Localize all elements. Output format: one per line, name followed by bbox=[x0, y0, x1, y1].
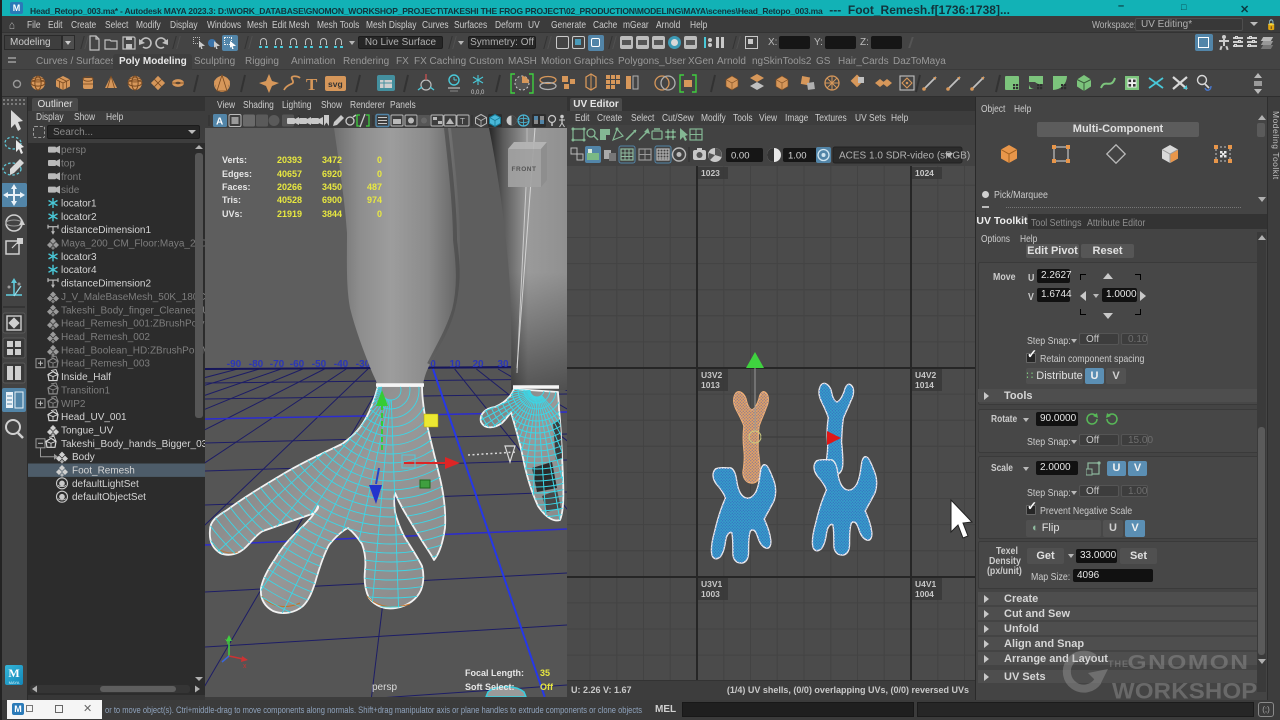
svg-text:Takeshi_Body_hands_Bigger_03: Takeshi_Body_hands_Bigger_03 bbox=[61, 439, 205, 450]
svg-text:-70: -70 bbox=[270, 359, 285, 370]
svg-text:Head_Remesh_003: Head_Remesh_003 bbox=[61, 359, 150, 370]
svg-text:-80: -80 bbox=[249, 359, 264, 370]
svg-text:locator2: locator2 bbox=[61, 212, 97, 223]
svg-text:1004: 1004 bbox=[915, 589, 934, 599]
svg-text:-60: -60 bbox=[290, 359, 305, 370]
svg-text:THE: THE bbox=[1108, 659, 1129, 669]
svg-text:locator1: locator1 bbox=[61, 199, 97, 210]
svg-text:side: side bbox=[61, 185, 80, 196]
svg-text:defaultObjectSet: defaultObjectSet bbox=[72, 492, 146, 503]
svg-text:0.00: 0.00 bbox=[731, 151, 750, 162]
svg-text:top: top bbox=[61, 158, 75, 169]
svg-text:J_V_MaleBaseMesh_50K_180CM_005: J_V_MaleBaseMesh_50K_180CM_005:2 bbox=[61, 292, 205, 303]
svg-text:distanceDimension2: distanceDimension2 bbox=[61, 279, 151, 290]
svg-text:1023: 1023 bbox=[701, 168, 720, 178]
svg-text:Tongue_UV: Tongue_UV bbox=[61, 425, 114, 436]
svg-text:x: x bbox=[243, 663, 247, 670]
svg-text:GNOMON: GNOMON bbox=[1128, 651, 1250, 674]
svg-text:Y: Y bbox=[225, 639, 230, 646]
svg-text:-50: -50 bbox=[312, 359, 327, 370]
svg-text:distanceDimension1: distanceDimension1 bbox=[61, 225, 151, 236]
svg-text:Head_Remesh_002: Head_Remesh_002 bbox=[61, 332, 150, 343]
svg-text:Head_Boolean_HD:ZBrushPolyMesh: Head_Boolean_HD:ZBrushPolyMesh3l bbox=[61, 345, 205, 356]
svg-text:front: front bbox=[61, 172, 81, 183]
svg-text:1014: 1014 bbox=[915, 380, 934, 390]
svg-text:Head_Remesh_001:ZBrushPolyMesh: Head_Remesh_001:ZBrushPolyMesh3l bbox=[61, 319, 205, 330]
svg-text:Head_UV_001: Head_UV_001 bbox=[61, 412, 127, 423]
svg-text:0,0,0: 0,0,0 bbox=[471, 90, 485, 96]
svg-text:U4V2: U4V2 bbox=[915, 370, 937, 380]
svg-text:U3V1: U3V1 bbox=[701, 579, 723, 589]
svg-text:Foot_Remesh: Foot_Remesh bbox=[72, 466, 135, 477]
svg-text:A: A bbox=[216, 117, 223, 128]
svg-text:-90: -90 bbox=[227, 359, 242, 370]
svg-text:1024: 1024 bbox=[915, 168, 934, 178]
svg-text:Maya_200_CM_Floor:Maya_200cm_F: Maya_200_CM_Floor:Maya_200cm_Flo bbox=[61, 239, 205, 250]
svg-text:10: 10 bbox=[449, 359, 461, 370]
svg-text:persp: persp bbox=[61, 145, 86, 156]
svg-text:Inside_Half: Inside_Half bbox=[61, 372, 111, 383]
svg-text:1.00: 1.00 bbox=[788, 151, 807, 162]
svg-text:T: T bbox=[306, 75, 318, 94]
svg-text:-40: -40 bbox=[334, 359, 349, 370]
svg-text:Takeshi_Body_finger_Cleaned_UV: Takeshi_Body_finger_Cleaned_UV bbox=[61, 305, 205, 316]
svg-text:1013: 1013 bbox=[701, 380, 720, 390]
svg-text:T: T bbox=[460, 117, 465, 126]
svg-text:20: 20 bbox=[472, 359, 484, 370]
svg-text:Transition1: Transition1 bbox=[61, 385, 111, 396]
svg-text:Body: Body bbox=[72, 452, 95, 463]
svg-text:defaultLightSet: defaultLightSet bbox=[72, 479, 139, 490]
svg-text:1003: 1003 bbox=[701, 589, 720, 599]
svg-text:WORKSHOP: WORKSHOP bbox=[1112, 678, 1258, 703]
svg-text:U3V2: U3V2 bbox=[701, 370, 723, 380]
svg-text:locator3: locator3 bbox=[61, 252, 97, 263]
svg-text:svg: svg bbox=[328, 79, 343, 89]
svg-text:30: 30 bbox=[497, 359, 509, 370]
svg-text:FRONT: FRONT bbox=[512, 166, 537, 173]
svg-text:locator4: locator4 bbox=[61, 265, 97, 276]
svg-text:U4V1: U4V1 bbox=[915, 579, 937, 589]
svg-text:WIP2: WIP2 bbox=[61, 399, 86, 410]
